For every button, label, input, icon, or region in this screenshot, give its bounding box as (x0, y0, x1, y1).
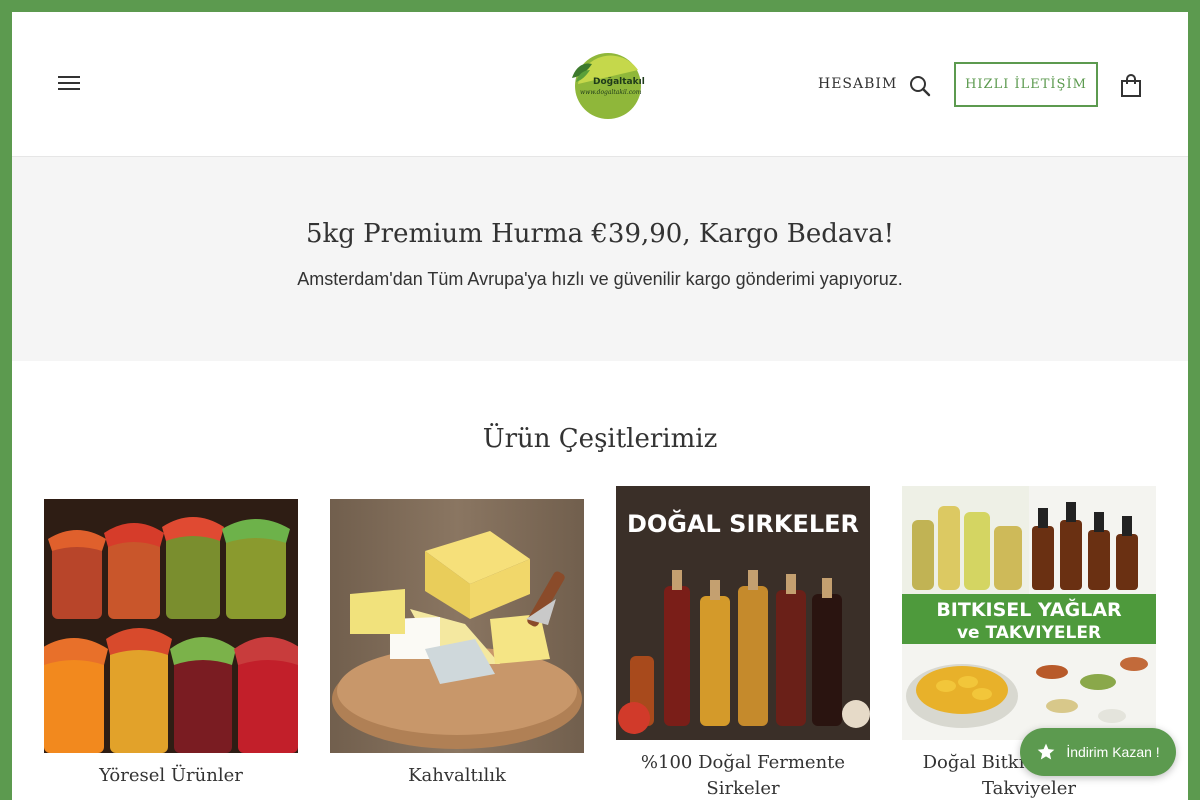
product-label[interactable]: Yöresel Ürünler (44, 763, 298, 789)
product-image-oils[interactable]: BITKISEL YAĞLAR ve TAKVIYELER (902, 486, 1156, 740)
product-image-vinegars[interactable]: DOĞAL SIRKELER (616, 486, 870, 740)
product-card-regional[interactable]: Yöresel Ürünler (44, 499, 298, 789)
product-label[interactable]: Kahvaltılık (330, 763, 584, 789)
oils-image-text-line1: BITKISEL YAĞLAR (936, 597, 1122, 621)
star-icon (1037, 743, 1055, 760)
vinegar-image-text: DOĞAL SIRKELER (627, 508, 859, 538)
product-label[interactable]: %100 Doğal Fermente Sirkeler (616, 750, 870, 800)
logo-text: Doğaltakıl (593, 77, 645, 87)
site-header: Doğaltakıl www.dogaltakil.com HESABIM HI… (12, 12, 1188, 157)
product-card-vinegars[interactable]: DOĞAL SIRKELER %100 Doğal Fermente Sirke… (616, 486, 870, 800)
promo-title: 5kg Premium Hurma €39,90, Kargo Bedava! (305, 219, 895, 249)
promo-banner: 5kg Premium Hurma €39,90, Kargo Bedava! … (12, 157, 1188, 361)
site-logo[interactable]: Doğaltakıl www.dogaltakil.com (566, 48, 646, 120)
search-icon[interactable] (908, 74, 932, 98)
oils-image-text-line2: ve TAKVIYELER (957, 623, 1101, 643)
account-link[interactable]: HESABIM (818, 76, 897, 92)
quick-contact-button[interactable]: HIZLI İLETİŞİM (954, 62, 1098, 107)
promo-subtitle: Amsterdam'dan Tüm Avrupa'ya hızlı ve güv… (297, 269, 903, 289)
hamburger-menu-icon[interactable] (58, 73, 84, 97)
product-image-cheese[interactable] (330, 499, 584, 753)
shopping-bag-icon[interactable] (1120, 74, 1142, 98)
rewards-label: İndirim Kazan ! (1066, 744, 1160, 760)
page-frame: Doğaltakıl www.dogaltakil.com HESABIM HI… (12, 12, 1188, 800)
product-image-jars[interactable] (44, 499, 298, 753)
rewards-button[interactable]: İndirim Kazan ! (1020, 728, 1176, 776)
logo-url-text: www.dogaltakil.com (580, 89, 642, 96)
section-title: Ürün Çeşitlerimiz (482, 424, 718, 454)
product-card-breakfast[interactable]: Kahvaltılık (330, 499, 584, 789)
